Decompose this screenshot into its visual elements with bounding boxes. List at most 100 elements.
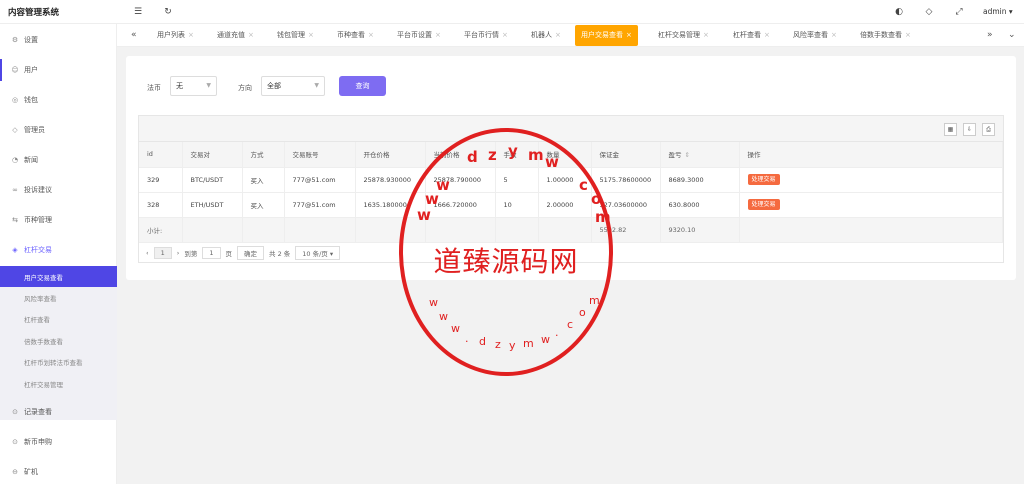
stamp-letter: w — [541, 333, 550, 346]
sidebar-item-subscribe[interactable]: ⊙ 新币申购 — [0, 427, 117, 457]
columns-filter-icon[interactable]: ▦ — [944, 123, 957, 136]
user-icon: ☺ — [11, 66, 19, 74]
sidebar-item-label: 币种管理 — [24, 216, 52, 224]
sidebar-item-records[interactable]: ⊙ 记录查看 — [0, 397, 117, 427]
tab-label: 币种查看 — [337, 31, 365, 39]
stamp-letter: c — [567, 318, 574, 331]
sidebar-item-leverage[interactable]: ◈ 杠杆交易 — [0, 235, 117, 265]
stamp-letter: d — [479, 335, 486, 348]
tabs-scroll-right-icon[interactable]: » — [987, 29, 993, 41]
close-icon[interactable]: × — [831, 31, 837, 39]
sidebar-subitem-leverage-manage[interactable]: 杠杆交易管理 — [0, 373, 117, 394]
tab-label: 用户交易查看 — [581, 31, 623, 39]
tab-label: 风险率查看 — [793, 31, 828, 39]
sidebar: ⚙ 设置 ☺ 用户 ◎ 钱包 ◇ 管理员 ◔ 新闻 ∞ 投诉建议 ⇆ 币种管理 ◈ 杠杆交易 用… — [0, 24, 117, 484]
fiat-label: 法币 — [147, 84, 161, 92]
tab-user-list[interactable]: 用户列表 × — [157, 25, 194, 46]
tab-label: 杠杆交易管理 — [658, 31, 700, 39]
pager-confirm-button[interactable]: 确定 — [237, 246, 264, 260]
pager-next-icon[interactable]: › — [177, 249, 180, 257]
theme-icon[interactable]: ◐ — [894, 7, 904, 17]
fiat-select[interactable]: 无 ▼ — [170, 76, 217, 96]
tab-multiplier[interactable]: 倍数手数查看 × — [860, 25, 911, 46]
sidebar-item-complaints[interactable]: ∞ 投诉建议 — [0, 175, 117, 205]
tab-label: 钱包管理 — [277, 31, 305, 39]
sidebar-item-wallet[interactable]: ◎ 钱包 — [0, 85, 117, 115]
table-toolbar: ▦ ⇩ ⎙ — [139, 116, 1003, 142]
menu-fold-icon[interactable]: ☰ — [133, 7, 143, 17]
close-icon[interactable]: × — [764, 31, 770, 39]
close-icon[interactable]: × — [435, 31, 441, 39]
stamp-letter: m — [523, 337, 534, 350]
sidebar-subitem-multiplier[interactable]: 倍数手数查看 — [0, 330, 117, 351]
stamp-letter: w — [417, 206, 431, 224]
sidebar-subitem-transfer[interactable]: 杠杆币划转法币查看 — [0, 351, 117, 372]
sidebar-item-coins[interactable]: ⇆ 币种管理 — [0, 205, 117, 235]
close-icon[interactable]: × — [308, 31, 314, 39]
query-button[interactable]: 查询 — [339, 76, 386, 96]
direction-label: 方向 — [238, 84, 252, 92]
sort-icon[interactable]: ⇕ — [685, 151, 690, 159]
tab-label: 杠杆查看 — [733, 31, 761, 39]
tab-label: 通道充值 — [217, 31, 245, 39]
print-icon[interactable]: ⎙ — [982, 123, 995, 136]
app-title: 内容管理系统 — [8, 8, 60, 18]
tab-channel-recharge[interactable]: 通道充值 × — [217, 25, 254, 46]
shield-icon: ◇ — [12, 126, 18, 134]
tab-wallet-manage[interactable]: 钱包管理 × — [277, 25, 314, 46]
close-icon[interactable]: × — [188, 31, 194, 39]
tabs-menu-chevron-icon[interactable]: ⌄ — [1008, 29, 1016, 41]
direction-select[interactable]: 全部 ▼ — [261, 76, 325, 96]
pager-size-select[interactable]: 10 条/页 ▾ — [295, 246, 341, 260]
tab-risk-rate[interactable]: 风险率查看 × — [793, 25, 837, 46]
close-icon[interactable]: × — [248, 31, 254, 39]
tab-leverage-manage[interactable]: 杠杆交易管理 × — [658, 25, 709, 46]
sidebar-item-user[interactable]: ☺ 用户 — [0, 55, 117, 85]
sidebar-subitem-user-trades[interactable]: 用户交易查看 — [0, 266, 117, 287]
col-header-pnl[interactable]: 盈亏 ⇕ — [660, 142, 740, 168]
tab-user-trades[interactable]: 用户交易查看 × — [575, 25, 638, 46]
close-icon[interactable]: × — [502, 31, 508, 39]
sidebar-item-settings[interactable]: ⚙ 设置 — [0, 25, 117, 55]
tab-platform-coin-quotes[interactable]: 平台币行情 × — [464, 25, 508, 46]
tabs-scroll-left-icon[interactable]: « — [131, 29, 137, 41]
stamp-letter: w — [545, 153, 559, 171]
process-trade-button[interactable]: 处理交易 — [747, 199, 780, 210]
pager-current-page[interactable]: 1 — [153, 247, 172, 259]
stamp-letter: z — [488, 146, 497, 164]
stamp-letter: d — [467, 148, 478, 166]
tag-icon[interactable]: ◇ — [924, 7, 934, 17]
close-icon[interactable]: × — [703, 31, 709, 39]
sidebar-item-miner[interactable]: ⊖ 矿机 — [0, 457, 117, 484]
sidebar-item-news[interactable]: ◔ 新闻 — [0, 145, 117, 175]
fullscreen-icon[interactable]: ⤢ — [954, 7, 964, 17]
cell-pair: BTC/USDT — [182, 167, 243, 193]
tab-platform-coin-settings[interactable]: 平台币设置 × — [397, 25, 441, 46]
process-trade-button[interactable]: 处理交易 — [747, 174, 780, 185]
col-header-pnl-label: 盈亏 — [668, 151, 682, 160]
stamp-letter: w — [429, 296, 438, 309]
cell-id: 328 — [139, 192, 183, 218]
sidebar-subitem-risk-rate[interactable]: 风险率查看 — [0, 287, 117, 308]
export-icon[interactable]: ⇩ — [963, 123, 976, 136]
tab-coin-view[interactable]: 币种查看 × — [337, 25, 374, 46]
cell-action: 处理交易 — [739, 192, 1003, 218]
sidebar-subitem-leverage-view[interactable]: 杠杆查看 — [0, 308, 117, 329]
user-menu[interactable]: admin ▾ — [983, 7, 1013, 16]
refresh-icon[interactable]: ↻ — [163, 7, 173, 17]
close-icon[interactable]: × — [626, 31, 632, 39]
close-icon[interactable]: × — [555, 31, 561, 39]
col-header-open-price: 开仓价格 — [355, 142, 426, 168]
close-icon[interactable]: × — [905, 31, 911, 39]
leverage-icon: ◈ — [12, 246, 18, 254]
sidebar-item-admin[interactable]: ◇ 管理员 — [0, 115, 117, 145]
pager-total: 共 2 条 — [269, 250, 291, 258]
cell-margin: 5175.78600000 — [591, 167, 661, 193]
pager-page-input[interactable]: 1 — [202, 247, 221, 259]
tab-leverage-view[interactable]: 杠杆查看 × — [733, 25, 770, 46]
tab-label: 倍数手数查看 — [860, 31, 902, 39]
close-icon[interactable]: × — [368, 31, 374, 39]
tab-robot[interactable]: 机器人 × — [531, 25, 561, 46]
pager-prev-icon[interactable]: ‹ — [146, 249, 149, 257]
col-header-action: 操作 — [739, 142, 1003, 168]
